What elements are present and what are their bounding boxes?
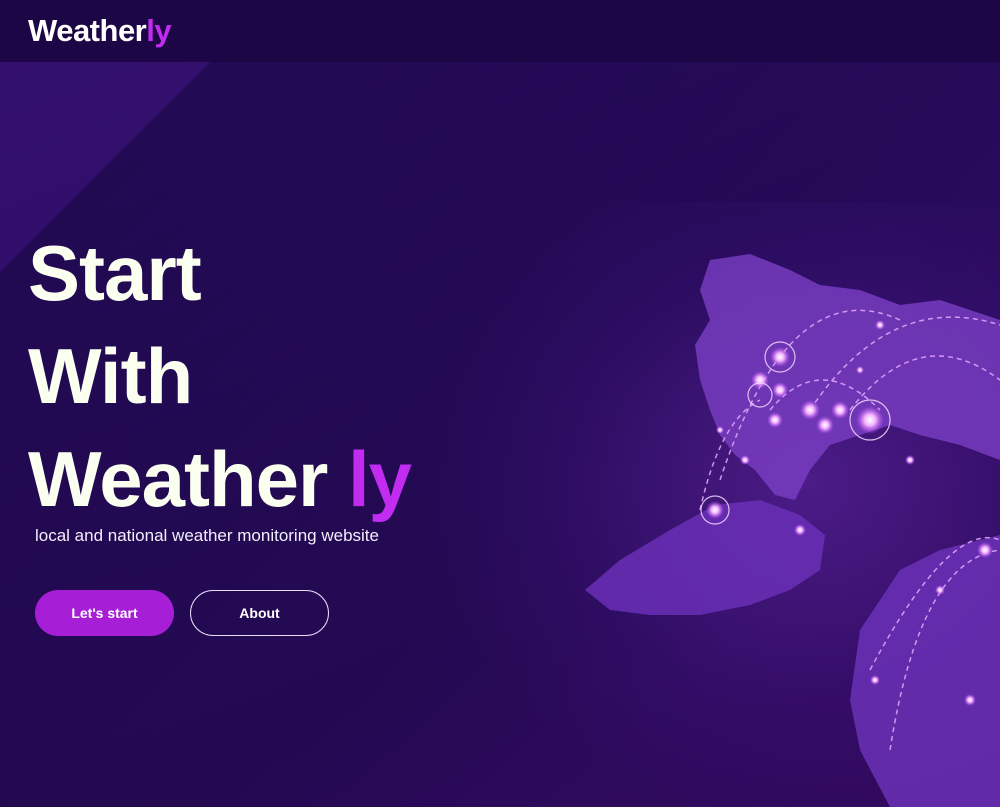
- landmass-north: [695, 254, 1000, 500]
- headline-line-1: Start: [28, 229, 202, 317]
- brand-logo[interactable]: Weatherly: [28, 13, 172, 49]
- world-map-illustration: [585, 254, 1000, 807]
- headline-line-3-accent: ly: [348, 435, 412, 523]
- hero-subtitle: local and national weather monitoring we…: [35, 526, 379, 545]
- about-button[interactable]: About: [190, 590, 329, 636]
- hero-headline: Start With Weather ly: [28, 222, 412, 531]
- headline-line-3: Weather ly: [28, 428, 412, 531]
- lets-start-button[interactable]: Let's start: [35, 590, 174, 636]
- logo-accent-text: ly: [146, 13, 172, 48]
- landmass-south: [850, 535, 1000, 807]
- headline-line-2: With: [28, 332, 193, 420]
- top-bar: Weatherly: [0, 0, 1000, 62]
- headline-line-3-main: Weather: [28, 435, 348, 523]
- landmass-west: [585, 500, 825, 615]
- logo-text: Weather: [28, 13, 147, 48]
